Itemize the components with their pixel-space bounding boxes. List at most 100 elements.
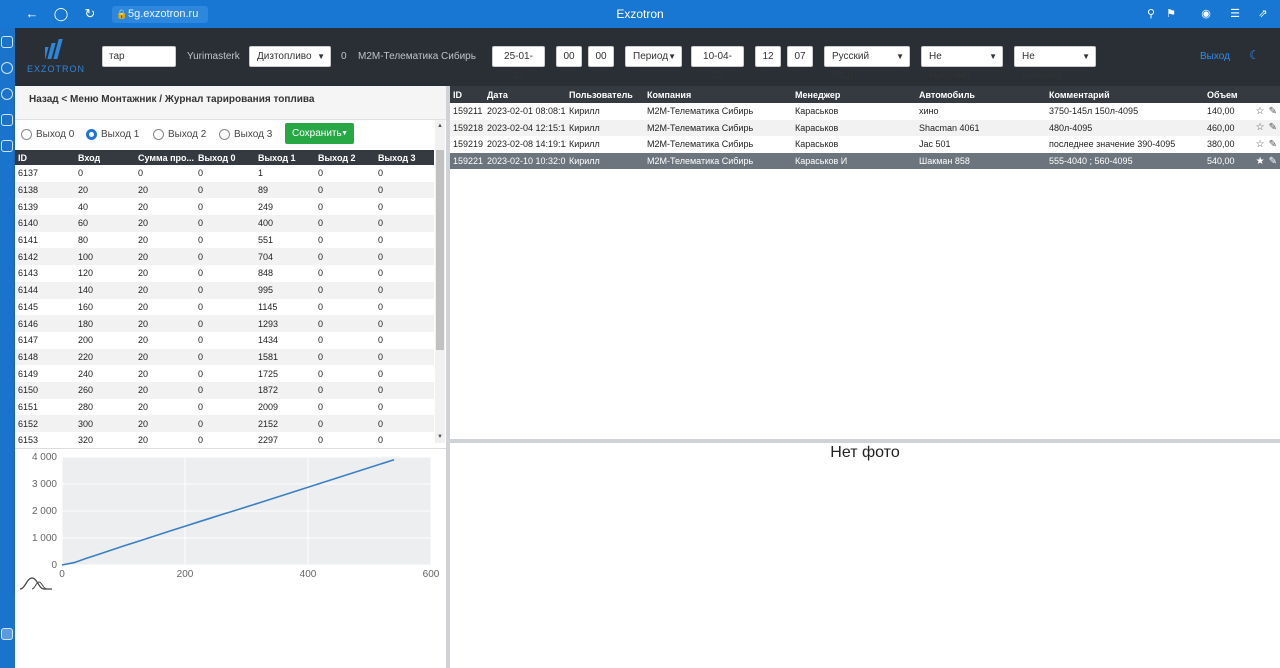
logout-link[interactable]: Выход: [1200, 46, 1230, 67]
bookmark-icon[interactable]: ⚑: [1163, 6, 1179, 22]
edit-icon[interactable]: ✎: [1269, 139, 1277, 150]
y-tick-label: 4 000: [32, 452, 57, 463]
column-header[interactable]: Вход: [75, 150, 135, 165]
radio-output-1[interactable]: Выход 1: [86, 127, 139, 143]
table-row[interactable]: 6146 180 20 0 1293 0 0: [15, 315, 434, 332]
minute-from-input[interactable]: 00: [588, 46, 614, 67]
table-row[interactable]: 159219 2023-02-08 14:19:11 Кирилл M2M-Телем…: [450, 136, 1280, 153]
table-row[interactable]: 6138 20 20 0 89 0 0: [15, 181, 434, 199]
column-header[interactable]: Комментарий: [1046, 86, 1204, 103]
hour-from-input[interactable]: 00: [556, 46, 582, 67]
table-cell: 460,00: [1204, 119, 1248, 137]
column-header[interactable]: Автомобиль: [916, 86, 1046, 103]
table-row[interactable]: 6153 320 20 0 2297 0 0: [15, 432, 434, 443]
table-row[interactable]: 6148 220 20 0 1581 0 0: [15, 348, 434, 366]
table-row[interactable]: 6151 280 20 0 2009 0 0: [15, 399, 434, 416]
reload-icon[interactable]: ↻: [82, 6, 98, 22]
date-to-input[interactable]: 10-04-23: [691, 46, 744, 81]
radio-label: Выход 3: [234, 129, 273, 140]
radio-output-2[interactable]: Выход 2: [153, 127, 206, 143]
logo[interactable]: EXZOTRON: [27, 36, 85, 80]
table-row[interactable]: 6147 200 20 0 1434 0 0: [15, 332, 434, 349]
breadcrumb[interactable]: Назад < Меню Монтажник / Журнал тарирова…: [29, 94, 314, 105]
sidebar-app-icon[interactable]: [1, 140, 13, 152]
hour-to-input[interactable]: 12: [755, 46, 781, 67]
column-header[interactable]: Менеджер: [792, 86, 916, 103]
date-from-input[interactable]: 25-01-23: [492, 46, 545, 81]
table-row[interactable]: 6144 140 20 0 995 0 0: [15, 281, 434, 299]
column-header[interactable]: Объем: [1204, 86, 1248, 103]
column-header[interactable]: Сумма про...: [135, 150, 195, 165]
sidebar-app-icon[interactable]: [1, 88, 13, 100]
column-header[interactable]: ID: [15, 150, 75, 165]
column-header[interactable]: Пользователь: [566, 86, 644, 103]
column-header[interactable]: Компания: [644, 86, 792, 103]
sidebar-add-icon[interactable]: [1, 628, 13, 640]
table-row[interactable]: 6152 300 20 0 2152 0 0: [15, 415, 434, 432]
sparkline-icon[interactable]: [19, 576, 53, 590]
edit-icon[interactable]: ✎: [1269, 122, 1277, 133]
table-cell: 0: [318, 301, 324, 312]
table-cell: 0: [195, 381, 255, 399]
column-header[interactable]: Дата: [484, 86, 566, 103]
star-icon[interactable]: ☆: [1256, 139, 1265, 150]
minute-to-input[interactable]: 07: [787, 46, 813, 67]
scrollbar[interactable]: ▲ ▼: [435, 120, 445, 443]
language-select[interactable]: Русский (RU) ▼: [824, 46, 910, 81]
table-row[interactable]: 6145 160 20 0 1145 0 0: [15, 299, 434, 316]
star-icon[interactable]: ☆: [1256, 122, 1265, 133]
extension-icon[interactable]: ◉: [1198, 6, 1214, 22]
column-header[interactable]: Выход 1: [255, 150, 315, 165]
sidebar-app-icon[interactable]: [1, 114, 13, 126]
lock-icon: 🔒: [116, 9, 128, 19]
address-bar[interactable]: 🔒 5g.exzotron.ru: [112, 6, 208, 23]
table-row[interactable]: 6143 120 20 0 848 0 0: [15, 265, 434, 282]
table-row[interactable]: 159211 2023-02-01 08:08:17 Кирилл M2M-Телем…: [450, 103, 1280, 120]
collections-icon[interactable]: ☰: [1227, 6, 1243, 22]
star-icon[interactable]: ★: [1256, 156, 1265, 167]
search-input[interactable]: тар: [102, 46, 176, 67]
column-header[interactable]: Выход 0: [195, 150, 255, 165]
table-row[interactable]: 6139 40 20 0 249 0 0: [15, 198, 434, 215]
table-row[interactable]: 6149 240 20 0 1725 0 0: [15, 365, 434, 382]
edit-icon[interactable]: ✎: [1269, 156, 1277, 167]
share-icon[interactable]: ⇗: [1255, 6, 1271, 22]
table-row[interactable]: 6142 100 20 0 704 0 0: [15, 248, 434, 266]
table-row[interactable]: 6150 260 20 0 1872 0 0: [15, 381, 434, 399]
filter-select-1[interactable]: Не выбрано ▼: [921, 46, 1003, 81]
scrollbar-thumb[interactable]: [436, 150, 444, 350]
fuel-select[interactable]: Дизтопливо ▼: [249, 46, 331, 67]
search-icon[interactable]: ⚲: [1143, 6, 1159, 22]
table-cell: 20: [135, 415, 195, 432]
save-button[interactable]: Сохранить ▼: [285, 123, 354, 144]
table-cell: 0: [198, 301, 204, 312]
radio-output-0[interactable]: Выход 0: [21, 127, 74, 143]
shield-icon[interactable]: ◯: [53, 6, 69, 22]
radio-label: Выход 2: [168, 129, 207, 140]
sidebar-app-icon[interactable]: [1, 62, 13, 74]
star-icon[interactable]: ☆: [1256, 106, 1265, 117]
table-row[interactable]: 6141 80 20 0 551 0 0: [15, 232, 434, 249]
table-row[interactable]: 6137 0 0 0 1 0 0: [15, 165, 434, 182]
sidebar-app-icon[interactable]: [1, 36, 13, 48]
column-header[interactable]: Выход 3: [375, 150, 434, 165]
scroll-up-icon[interactable]: ▲: [436, 122, 444, 130]
scroll-down-icon[interactable]: ▼: [436, 433, 444, 441]
table-row[interactable]: 159218 2023-02-04 12:15:15 Кирилл M2M-Телем…: [450, 119, 1280, 137]
period-dropdown[interactable]: Период ▼: [625, 46, 682, 67]
moon-icon[interactable]: ☾: [1249, 48, 1263, 62]
back-icon[interactable]: ←: [24, 6, 40, 22]
table-cell: 6142: [15, 248, 75, 266]
table-row[interactable]: 159221 2023-02-10 10:32:09 Кирилл M2M-Телем…: [450, 152, 1280, 170]
table-cell: 0: [375, 315, 434, 332]
radio-output-3[interactable]: Выход 3: [219, 127, 272, 143]
table-cell: 260: [75, 381, 135, 399]
edit-icon[interactable]: ✎: [1269, 106, 1277, 117]
table-row[interactable]: 6140 60 20 0 400 0 0: [15, 215, 434, 232]
table-cell: 995: [255, 281, 315, 299]
filter-select-2[interactable]: Не выбрано ▼: [1014, 46, 1096, 81]
column-header[interactable]: Выход 2: [315, 150, 375, 165]
table-cell: Shacman 4061: [916, 119, 1046, 137]
column-header[interactable]: ID: [450, 86, 484, 103]
photo-panel: Нет фото: [450, 443, 1280, 668]
